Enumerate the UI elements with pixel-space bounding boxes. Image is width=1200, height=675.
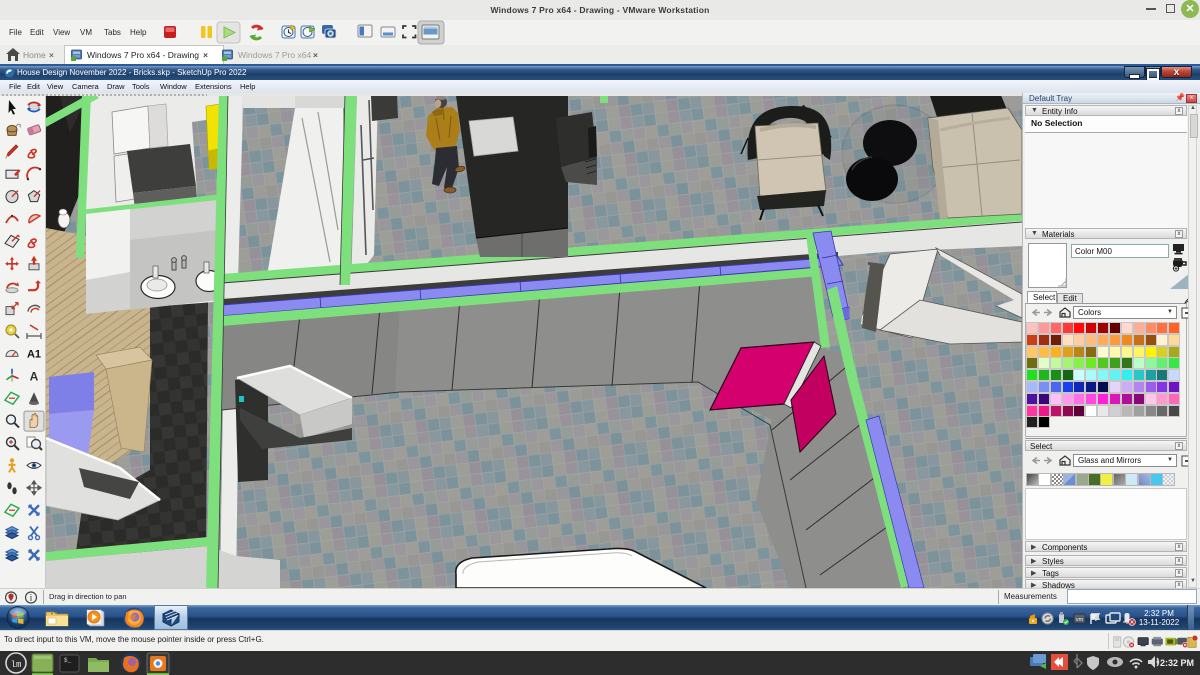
- svg-text:A: A: [30, 369, 39, 383]
- svg-text:A1: A1: [27, 348, 41, 360]
- svg-text:vm: vm: [1076, 617, 1084, 623]
- svg-text:i: i: [30, 593, 33, 603]
- svg-text:$_: $_: [64, 657, 72, 664]
- svg-text:lm: lm: [11, 660, 22, 670]
